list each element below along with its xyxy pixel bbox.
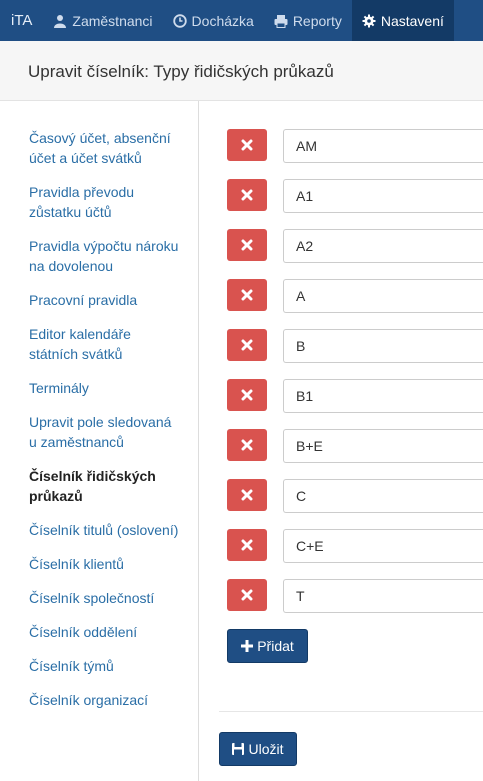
user-icon bbox=[53, 14, 67, 28]
license-type-input[interactable]: B1 bbox=[283, 379, 483, 413]
license-type-input[interactable]: A bbox=[283, 279, 483, 313]
nav-attendance-label: Docházka bbox=[191, 12, 254, 29]
license-type-row: A1 bbox=[227, 179, 483, 213]
license-type-input[interactable]: A2 bbox=[283, 229, 483, 263]
nav-reports[interactable]: Reporty bbox=[264, 0, 352, 41]
license-type-row: T bbox=[227, 579, 483, 613]
add-button[interactable]: Přidat bbox=[227, 629, 308, 663]
license-type-row: C bbox=[227, 479, 483, 513]
delete-button[interactable] bbox=[227, 479, 267, 511]
close-icon bbox=[241, 189, 253, 201]
delete-button[interactable] bbox=[227, 179, 267, 211]
gear-icon bbox=[362, 14, 376, 28]
license-type-row: A bbox=[227, 279, 483, 313]
nav-employees-label: Zaměstnanci bbox=[72, 12, 153, 29]
license-type-input[interactable]: AM bbox=[283, 129, 483, 163]
save-button[interactable]: Uložit bbox=[219, 732, 297, 766]
sidebar-item[interactable]: Pracovní pravidla bbox=[29, 290, 179, 310]
license-type-row: C+E bbox=[227, 529, 483, 563]
license-type-input[interactable]: B+E bbox=[283, 429, 483, 463]
close-icon bbox=[241, 589, 253, 601]
sidebar-item[interactable]: Terminály bbox=[29, 378, 179, 398]
license-type-input[interactable]: T bbox=[283, 579, 483, 613]
sidebar-item[interactable]: Číselník titulů (oslovení) bbox=[29, 520, 179, 540]
license-type-row: AM bbox=[227, 129, 483, 163]
add-button-label: Přidat bbox=[257, 638, 294, 654]
sidebar-menu: Časový účet, absenční účet a účet svátků… bbox=[29, 128, 179, 724]
license-type-row: B bbox=[227, 329, 483, 363]
sidebar-item[interactable]: Číselník řidičských průkazů bbox=[29, 466, 179, 506]
nav-attendance[interactable]: Docházka bbox=[163, 0, 264, 41]
brand-link[interactable]: iTA bbox=[0, 0, 43, 41]
sidebar-item[interactable]: Editor kalendáře státních svátků bbox=[29, 324, 179, 364]
close-icon bbox=[241, 339, 253, 351]
close-icon bbox=[241, 139, 253, 151]
delete-button[interactable] bbox=[227, 579, 267, 611]
nav-settings[interactable]: Nastavení bbox=[351, 0, 454, 41]
sidebar-item[interactable]: Číselník klientů bbox=[29, 554, 179, 574]
nav-reports-label: Reporty bbox=[292, 12, 342, 29]
delete-button[interactable] bbox=[227, 529, 267, 561]
settings-sidebar: Časový účet, absenční účet a účet svátků… bbox=[0, 101, 199, 781]
license-type-row: B1 bbox=[227, 379, 483, 413]
delete-button[interactable] bbox=[227, 129, 267, 161]
close-icon bbox=[241, 239, 253, 251]
form-divider bbox=[219, 711, 483, 712]
sidebar-item[interactable]: Časový účet, absenční účet a účet svátků bbox=[29, 128, 179, 168]
license-type-input[interactable]: B bbox=[283, 329, 483, 363]
nav-employees[interactable]: Zaměstnanci bbox=[43, 0, 162, 41]
license-type-input[interactable]: C bbox=[283, 479, 483, 513]
save-button-label: Uložit bbox=[248, 741, 284, 757]
delete-button[interactable] bbox=[227, 229, 267, 261]
sidebar-item[interactable]: Číselník oddělení bbox=[29, 622, 179, 642]
print-icon bbox=[274, 14, 288, 28]
close-icon bbox=[241, 439, 253, 451]
sidebar-item[interactable]: Číselník organizací bbox=[29, 690, 179, 710]
license-type-row: B+E bbox=[227, 429, 483, 463]
nav-settings-label: Nastavení bbox=[380, 12, 444, 29]
delete-button[interactable] bbox=[227, 429, 267, 461]
top-navbar: iTA Zaměstnanci Docházka Reporty Nastave… bbox=[0, 0, 483, 41]
license-type-input[interactable]: C+E bbox=[283, 529, 483, 563]
floppy-icon bbox=[232, 743, 245, 755]
delete-button[interactable] bbox=[227, 379, 267, 411]
clock-icon bbox=[172, 13, 187, 28]
delete-button[interactable] bbox=[227, 279, 267, 311]
sidebar-item[interactable]: Číselník týmů bbox=[29, 656, 179, 676]
plus-icon bbox=[241, 640, 254, 652]
delete-button[interactable] bbox=[227, 329, 267, 361]
sidebar-item[interactable]: Pravidla převodu zůstatku účtů bbox=[29, 182, 179, 222]
sidebar-item[interactable]: Pravidla výpočtu nároku na dovolenou bbox=[29, 236, 179, 276]
close-icon bbox=[241, 289, 253, 301]
close-icon bbox=[241, 539, 253, 551]
sidebar-item[interactable]: Číselník společností bbox=[29, 588, 179, 608]
page-title: Upravit číselník: Typy řidičských průkaz… bbox=[28, 62, 334, 81]
sidebar-item[interactable]: Upravit pole sledovaná u zaměstnanců bbox=[29, 412, 179, 452]
close-icon bbox=[241, 389, 253, 401]
page-header: Upravit číselník: Typy řidičských průkaz… bbox=[0, 41, 483, 101]
license-type-input[interactable]: A1 bbox=[283, 179, 483, 213]
close-icon bbox=[241, 489, 253, 501]
license-type-row: A2 bbox=[227, 229, 483, 263]
